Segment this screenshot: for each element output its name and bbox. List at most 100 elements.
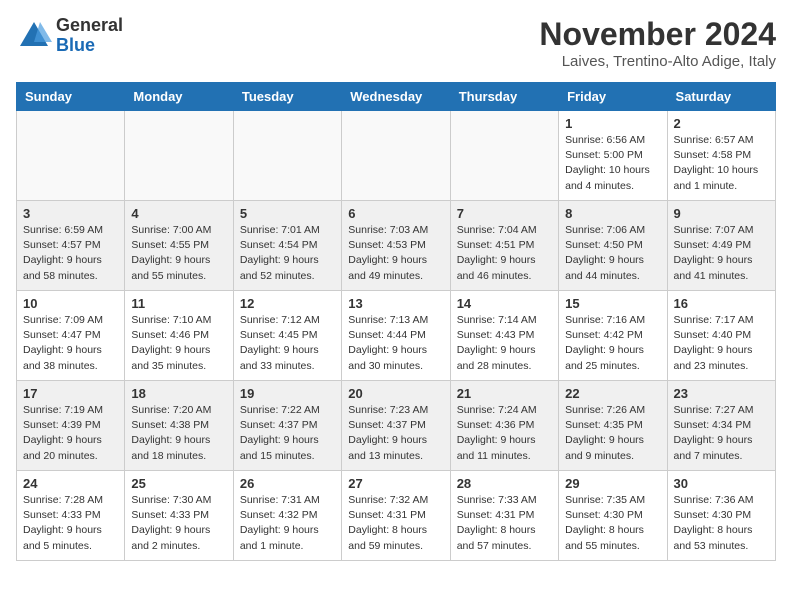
calendar-cell: 7Sunrise: 7:04 AM Sunset: 4:51 PM Daylig… bbox=[450, 201, 558, 291]
day-info: Sunrise: 7:35 AM Sunset: 4:30 PM Dayligh… bbox=[565, 493, 660, 554]
day-number: 27 bbox=[348, 476, 443, 491]
logo-general-text: General bbox=[56, 15, 123, 35]
calendar-cell: 29 Sunrise: 7:35 AM Sunset: 4:30 PM Dayli… bbox=[559, 471, 667, 561]
day-info: Sunrise: 7:07 AM Sunset: 4:49 PM Dayligh… bbox=[674, 223, 769, 284]
day-info: Sunrise: 7:12 AM Sunset: 4:45 PM Dayligh… bbox=[240, 313, 335, 374]
day-number: 11 bbox=[131, 296, 226, 311]
day-number: 9 bbox=[674, 206, 769, 221]
day-number: 2 bbox=[674, 116, 769, 131]
day-number: 17 bbox=[23, 386, 118, 401]
column-header-friday: Friday bbox=[559, 83, 667, 111]
column-header-tuesday: Tuesday bbox=[233, 83, 341, 111]
calendar-cell: 26Sunrise: 7:31 AM Sunset: 4:32 PM Dayli… bbox=[233, 471, 341, 561]
day-info: Sunrise: 7:19 AM Sunset: 4:39 PM Dayligh… bbox=[23, 403, 118, 464]
day-info: Sunrise: 6:57 AM Sunset: 4:58 PM Dayligh… bbox=[674, 133, 769, 194]
column-header-sunday: Sunday bbox=[17, 83, 125, 111]
day-info: Sunrise: 7:30 AM Sunset: 4:33 PM Dayligh… bbox=[131, 493, 226, 554]
calendar-cell: 10Sunrise: 7:09 AM Sunset: 4:47 PM Dayli… bbox=[17, 291, 125, 381]
day-number: 8 bbox=[565, 206, 660, 221]
day-number: 22 bbox=[565, 386, 660, 401]
day-info: Sunrise: 7:01 AM Sunset: 4:54 PM Dayligh… bbox=[240, 223, 335, 284]
calendar-cell: 5 Sunrise: 7:01 AM Sunset: 4:54 PM Daylig… bbox=[233, 201, 341, 291]
day-info: Sunrise: 7:20 AM Sunset: 4:38 PM Dayligh… bbox=[131, 403, 226, 464]
day-info: Sunrise: 7:03 AM Sunset: 4:53 PM Dayligh… bbox=[348, 223, 443, 284]
calendar-table: SundayMondayTuesdayWednesdayThursdayFrid… bbox=[16, 82, 776, 561]
calendar-cell: 25 Sunrise: 7:30 AM Sunset: 4:33 PM Dayli… bbox=[125, 471, 233, 561]
day-info: Sunrise: 7:22 AM Sunset: 4:37 PM Dayligh… bbox=[240, 403, 335, 464]
day-info: Sunrise: 7:26 AM Sunset: 4:35 PM Dayligh… bbox=[565, 403, 660, 464]
day-number: 18 bbox=[131, 386, 226, 401]
column-header-monday: Monday bbox=[125, 83, 233, 111]
column-header-wednesday: Wednesday bbox=[342, 83, 450, 111]
day-info: Sunrise: 7:10 AM Sunset: 4:46 PM Dayligh… bbox=[131, 313, 226, 374]
day-info: Sunrise: 7:17 AM Sunset: 4:40 PM Dayligh… bbox=[674, 313, 769, 374]
day-info: Sunrise: 7:32 AM Sunset: 4:31 PM Dayligh… bbox=[348, 493, 443, 554]
calendar-cell: 15 Sunrise: 7:16 AM Sunset: 4:42 PM Dayli… bbox=[559, 291, 667, 381]
calendar-cell: 8 Sunrise: 7:06 AM Sunset: 4:50 PM Daylig… bbox=[559, 201, 667, 291]
calendar-cell bbox=[342, 111, 450, 201]
calendar-cell: 17 Sunrise: 7:19 AM Sunset: 4:39 PM Dayli… bbox=[17, 381, 125, 471]
day-number: 14 bbox=[457, 296, 552, 311]
calendar-cell: 21Sunrise: 7:24 AM Sunset: 4:36 PM Dayli… bbox=[450, 381, 558, 471]
calendar-cell: 1 Sunrise: 6:56 AM Sunset: 5:00 PM Daylig… bbox=[559, 111, 667, 201]
day-number: 23 bbox=[674, 386, 769, 401]
calendar-cell: 16 Sunrise: 7:17 AM Sunset: 4:40 PM Dayli… bbox=[667, 291, 775, 381]
calendar-header-row: SundayMondayTuesdayWednesdayThursdayFrid… bbox=[17, 83, 776, 111]
location: Laives, Trentino-Alto Adige, Italy bbox=[539, 53, 776, 70]
day-info: Sunrise: 6:59 AM Sunset: 4:57 PM Dayligh… bbox=[23, 223, 118, 284]
calendar-cell: 13Sunrise: 7:13 AM Sunset: 4:44 PM Dayli… bbox=[342, 291, 450, 381]
month-title: November 2024 bbox=[539, 16, 776, 53]
day-number: 12 bbox=[240, 296, 335, 311]
logo-icon bbox=[16, 18, 52, 54]
calendar-cell: 11 Sunrise: 7:10 AM Sunset: 4:46 PM Dayli… bbox=[125, 291, 233, 381]
day-number: 28 bbox=[457, 476, 552, 491]
day-number: 13 bbox=[348, 296, 443, 311]
day-info: Sunrise: 6:56 AM Sunset: 5:00 PM Dayligh… bbox=[565, 133, 660, 194]
week-row-3: 10Sunrise: 7:09 AM Sunset: 4:47 PM Dayli… bbox=[17, 291, 776, 381]
day-number: 6 bbox=[348, 206, 443, 221]
calendar-cell: 12 Sunrise: 7:12 AM Sunset: 4:45 PM Dayli… bbox=[233, 291, 341, 381]
day-number: 20 bbox=[348, 386, 443, 401]
calendar-cell: 23 Sunrise: 7:27 AM Sunset: 4:34 PM Dayli… bbox=[667, 381, 775, 471]
day-info: Sunrise: 7:14 AM Sunset: 4:43 PM Dayligh… bbox=[457, 313, 552, 374]
day-number: 29 bbox=[565, 476, 660, 491]
day-info: Sunrise: 7:31 AM Sunset: 4:32 PM Dayligh… bbox=[240, 493, 335, 554]
calendar-cell: 27 Sunrise: 7:32 AM Sunset: 4:31 PM Dayli… bbox=[342, 471, 450, 561]
week-row-2: 3 Sunrise: 6:59 AM Sunset: 4:57 PM Daylig… bbox=[17, 201, 776, 291]
day-info: Sunrise: 7:09 AM Sunset: 4:47 PM Dayligh… bbox=[23, 313, 118, 374]
calendar-cell: 6 Sunrise: 7:03 AM Sunset: 4:53 PM Daylig… bbox=[342, 201, 450, 291]
day-info: Sunrise: 7:33 AM Sunset: 4:31 PM Dayligh… bbox=[457, 493, 552, 554]
day-number: 21 bbox=[457, 386, 552, 401]
calendar-cell bbox=[233, 111, 341, 201]
day-info: Sunrise: 7:00 AM Sunset: 4:55 PM Dayligh… bbox=[131, 223, 226, 284]
day-number: 24 bbox=[23, 476, 118, 491]
calendar-cell: 4 Sunrise: 7:00 AM Sunset: 4:55 PM Daylig… bbox=[125, 201, 233, 291]
calendar-cell: 14 Sunrise: 7:14 AM Sunset: 4:43 PM Dayli… bbox=[450, 291, 558, 381]
day-number: 15 bbox=[565, 296, 660, 311]
day-info: Sunrise: 7:28 AM Sunset: 4:33 PM Dayligh… bbox=[23, 493, 118, 554]
calendar-cell: 22 Sunrise: 7:26 AM Sunset: 4:35 PM Dayli… bbox=[559, 381, 667, 471]
calendar-cell bbox=[125, 111, 233, 201]
day-info: Sunrise: 7:27 AM Sunset: 4:34 PM Dayligh… bbox=[674, 403, 769, 464]
day-info: Sunrise: 7:36 AM Sunset: 4:30 PM Dayligh… bbox=[674, 493, 769, 554]
day-number: 19 bbox=[240, 386, 335, 401]
week-row-4: 17 Sunrise: 7:19 AM Sunset: 4:39 PM Dayli… bbox=[17, 381, 776, 471]
day-number: 25 bbox=[131, 476, 226, 491]
day-number: 3 bbox=[23, 206, 118, 221]
calendar-cell: 18 Sunrise: 7:20 AM Sunset: 4:38 PM Dayli… bbox=[125, 381, 233, 471]
column-header-saturday: Saturday bbox=[667, 83, 775, 111]
day-info: Sunrise: 7:06 AM Sunset: 4:50 PM Dayligh… bbox=[565, 223, 660, 284]
calendar-cell: 28 Sunrise: 7:33 AM Sunset: 4:31 PM Dayli… bbox=[450, 471, 558, 561]
day-number: 5 bbox=[240, 206, 335, 221]
page-header: General Blue November 2024 Laives, Trent… bbox=[16, 16, 776, 70]
column-header-thursday: Thursday bbox=[450, 83, 558, 111]
day-info: Sunrise: 7:04 AM Sunset: 4:51 PM Dayligh… bbox=[457, 223, 552, 284]
day-number: 4 bbox=[131, 206, 226, 221]
calendar-cell bbox=[450, 111, 558, 201]
calendar-cell: 2 Sunrise: 6:57 AM Sunset: 4:58 PM Daylig… bbox=[667, 111, 775, 201]
day-number: 1 bbox=[565, 116, 660, 131]
day-info: Sunrise: 7:16 AM Sunset: 4:42 PM Dayligh… bbox=[565, 313, 660, 374]
day-info: Sunrise: 7:23 AM Sunset: 4:37 PM Dayligh… bbox=[348, 403, 443, 464]
day-number: 16 bbox=[674, 296, 769, 311]
calendar-cell: 30Sunrise: 7:36 AM Sunset: 4:30 PM Dayli… bbox=[667, 471, 775, 561]
